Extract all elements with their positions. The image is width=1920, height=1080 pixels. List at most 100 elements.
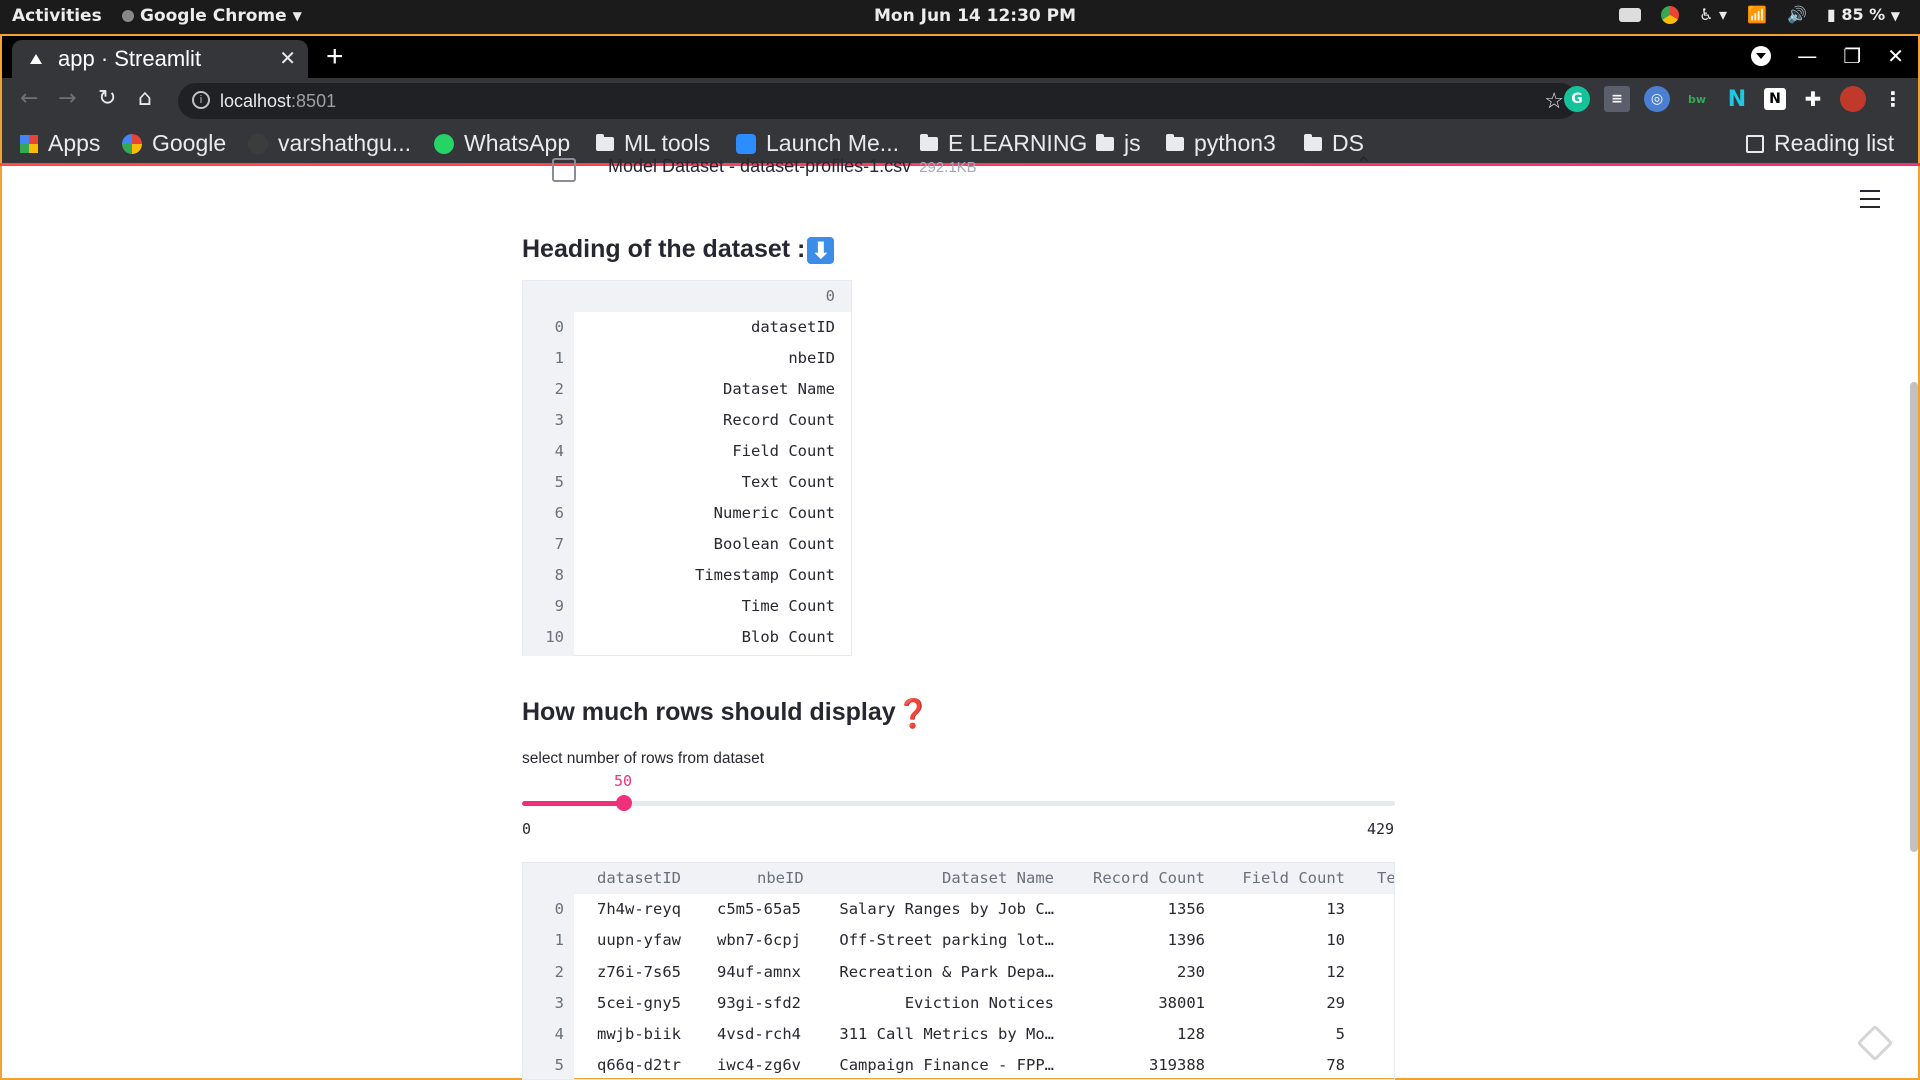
bookmark-google[interactable]: Google — [122, 130, 226, 157]
column-header[interactable]: datasetID — [597, 869, 681, 887]
file-size: 292.1KB — [919, 159, 977, 176]
bookmark-ml-tools[interactable]: ML tools — [596, 130, 710, 157]
loom-extension-icon[interactable]: ◎ — [1644, 86, 1670, 112]
bookmark-launch-meeting[interactable]: Launch Me... — [736, 130, 899, 157]
bookmark-apps[interactable]: Apps — [20, 130, 100, 157]
tab-search-icon[interactable] — [1751, 46, 1772, 66]
heading-dataframe[interactable]: 0 0 datasetID 1 nbeID 2 Dataset Name 3 Recor… — [522, 280, 852, 656]
table-cell: 78 — [1326, 1056, 1345, 1074]
bw-extension-icon[interactable]: bw — [1684, 86, 1710, 112]
table-row: 1 nbeID — [523, 343, 851, 374]
rows-dataframe[interactable]: datasetID nbeID Dataset Name Record Coun… — [522, 862, 1395, 1080]
clock[interactable]: Mon Jun 14 12:30 PM — [874, 6, 1076, 26]
close-window-icon[interactable]: ✕ — [1887, 44, 1904, 68]
collapse-chevron-icon[interactable]: ⌃ — [1355, 152, 1372, 177]
forward-arrow-icon[interactable]: → — [58, 86, 76, 111]
slider-thumb[interactable] — [616, 795, 632, 811]
column-header[interactable]: Dataset Name — [942, 869, 1054, 887]
uploaded-file-name: Model Dataset - dataset-profiles-1.csv 29… — [608, 156, 977, 177]
row-index: 1 — [554, 349, 564, 367]
down-arrow-emoji-icon: ⬇ — [807, 236, 835, 264]
n-extension-icon[interactable]: N — [1724, 86, 1750, 112]
table-cell: 29 — [1326, 994, 1345, 1012]
wifi-icon[interactable]: 📶 — [1747, 5, 1767, 24]
index-column — [523, 894, 574, 1079]
address-bar[interactable]: i localhost:8501 ☆ — [178, 83, 1578, 119]
table-row: 10 Blob Count — [523, 622, 851, 653]
extensions-area: G ≡ ◎ bw N N ✚ ⋮ — [1564, 86, 1906, 112]
folder-icon — [920, 133, 938, 151]
rows-section-title-text: How much rows should display — [522, 698, 896, 727]
table-cell: Recreation & Park Depa… — [839, 963, 1054, 981]
table-cell: 93gi-sfd2 — [717, 994, 801, 1012]
extensions-puzzle-icon[interactable]: ✚ — [1800, 86, 1826, 112]
bookmark-label: varshathgu... — [278, 130, 411, 156]
volume-icon[interactable]: 🔊 — [1787, 5, 1807, 24]
table-cell: 230 — [1177, 963, 1205, 981]
app-menu-label: Google Chrome — [140, 6, 287, 26]
table-cell: 94uf-amnx — [717, 963, 801, 981]
restore-icon[interactable]: ❐ — [1843, 44, 1861, 68]
table-row: 2 Dataset Name — [523, 374, 851, 405]
row-index: 7 — [554, 535, 564, 553]
accessibility-icon[interactable]: ♿ ▾ — [1699, 5, 1727, 24]
file-checkbox[interactable] — [552, 158, 576, 182]
row-value: Text Count — [741, 473, 835, 491]
new-tab-button[interactable]: + — [326, 40, 344, 74]
column-header[interactable]: Te — [1377, 869, 1394, 887]
hamburger-menu-icon[interactable] — [1860, 190, 1880, 214]
row-value: Boolean Count — [713, 535, 835, 553]
chrome-menu-icon[interactable]: ⋮ — [1880, 86, 1906, 112]
page-scrollbar[interactable] — [1910, 382, 1918, 852]
back-arrow-icon[interactable]: ← — [20, 86, 38, 111]
url-host: localhost — [220, 90, 292, 111]
edit-pencil-icon[interactable] — [1856, 1024, 1894, 1062]
column-header[interactable]: Record Count — [1093, 869, 1205, 887]
table-cell: wbn7-6cpj — [717, 931, 801, 949]
notion-extension-icon[interactable]: N — [1764, 88, 1786, 110]
app-menu[interactable]: Google Chrome ▼ — [122, 6, 302, 26]
chevron-down-icon: ▼ — [292, 9, 302, 23]
bookmark-label: Apps — [48, 130, 101, 156]
bookmark-github[interactable]: varshathgu... — [248, 130, 411, 157]
row-index: 6 — [554, 504, 564, 522]
bookmark-star-icon[interactable]: ☆ — [1544, 88, 1564, 114]
folder-icon — [1096, 133, 1114, 151]
column-header[interactable]: nbeID — [757, 869, 804, 887]
browser-tab-active[interactable]: app · Streamlit ✕ — [12, 40, 308, 78]
table-row: 7 Boolean Count — [523, 529, 851, 560]
grammarly-extension-icon[interactable]: G — [1564, 86, 1590, 112]
system-tray[interactable]: ♿ ▾ 📶 🔊 ▮ 85 % ▼ — [1619, 5, 1900, 24]
table-cell: 311 Call Metrics by Mo… — [839, 1025, 1054, 1043]
row-index: 2 — [554, 380, 564, 398]
battery-percent: 85 % — [1841, 5, 1886, 24]
slider-max-label: 429 — [1367, 820, 1395, 838]
bookmark-whatsapp[interactable]: WhatsApp — [434, 130, 570, 157]
reading-list-button[interactable]: Reading list — [1746, 130, 1894, 157]
close-tab-icon[interactable]: ✕ — [279, 46, 296, 71]
row-value: Record Count — [723, 411, 835, 429]
bookmark-e-learning[interactable]: E LEARNING — [920, 130, 1087, 157]
row-value: Time Count — [741, 597, 835, 615]
table-row: 0 datasetID — [523, 312, 851, 343]
table-cell: 128 — [1177, 1025, 1205, 1043]
bookmark-label: E LEARNING — [948, 130, 1088, 156]
site-info-icon[interactable]: i — [192, 91, 210, 109]
chrome-small-icon — [122, 10, 134, 22]
chrome-tray-icon[interactable] — [1661, 5, 1680, 24]
window-switcher-icon[interactable] — [1619, 7, 1642, 22]
slider-min-label: 0 — [522, 820, 532, 838]
tab-manager-extension-icon[interactable]: ≡ — [1604, 86, 1630, 112]
minimize-icon[interactable]: — — [1797, 44, 1817, 68]
profile-avatar[interactable] — [1840, 86, 1866, 112]
bookmark-python3[interactable]: python3 — [1166, 130, 1276, 157]
bookmark-js[interactable]: js — [1096, 130, 1141, 157]
battery-indicator[interactable]: ▮ 85 % ▼ — [1827, 5, 1900, 24]
row-value: Timestamp Count — [695, 566, 835, 584]
home-icon[interactable]: ⌂ — [138, 86, 152, 111]
reload-icon[interactable]: ↻ — [98, 86, 116, 111]
column-header[interactable]: Field Count — [1242, 869, 1345, 887]
table-cell: 1356 — [1167, 900, 1205, 918]
activities-button[interactable]: Activities — [12, 6, 102, 26]
rows-slider[interactable] — [522, 795, 1395, 811]
